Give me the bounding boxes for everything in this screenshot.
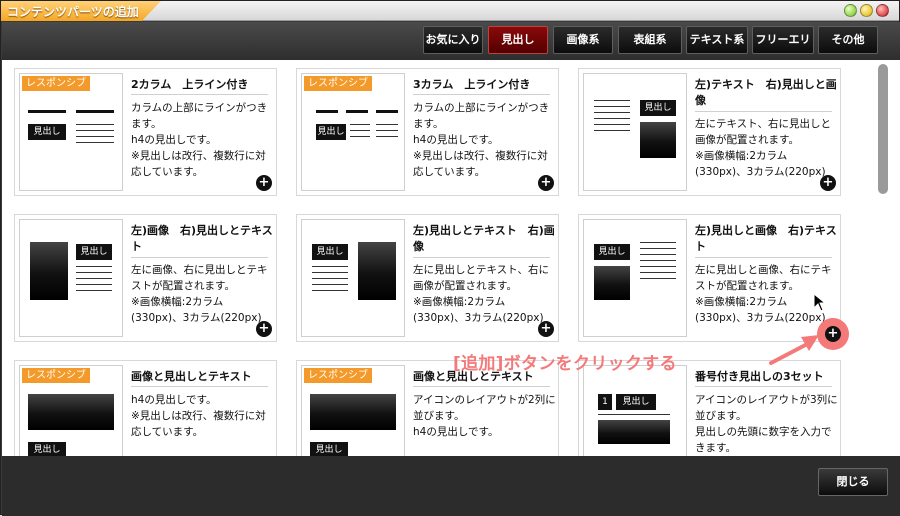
mouse-cursor-icon [813, 293, 827, 312]
dialog-window: コンテンツパーツの追加 お気に入り 見出し 画像系 表組系 テキスト系 フリーエ… [0, 0, 900, 516]
close-button[interactable]: 閉じる [818, 468, 888, 496]
instruction-callout: [追加]ボタンをクリックする [453, 354, 677, 374]
dialog-footer: 閉じる [2, 456, 900, 516]
pointer-arrow-icon [769, 335, 819, 365]
